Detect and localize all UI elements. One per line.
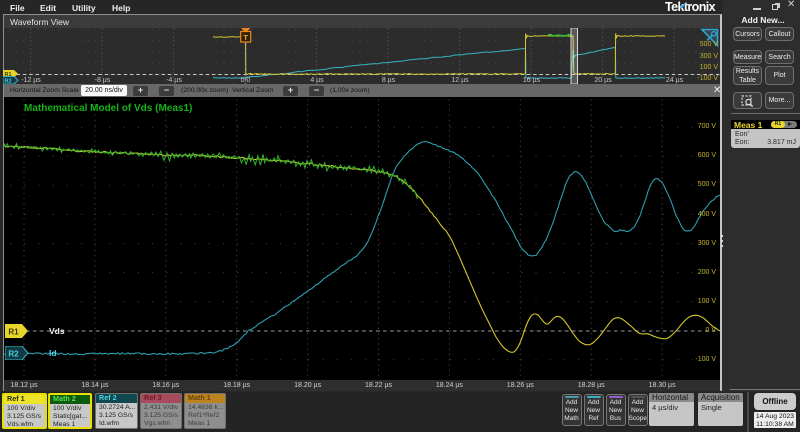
svg-text:T: T bbox=[243, 33, 248, 42]
svg-text:R2: R2 bbox=[8, 350, 19, 359]
svg-text:R1: R1 bbox=[8, 328, 19, 337]
